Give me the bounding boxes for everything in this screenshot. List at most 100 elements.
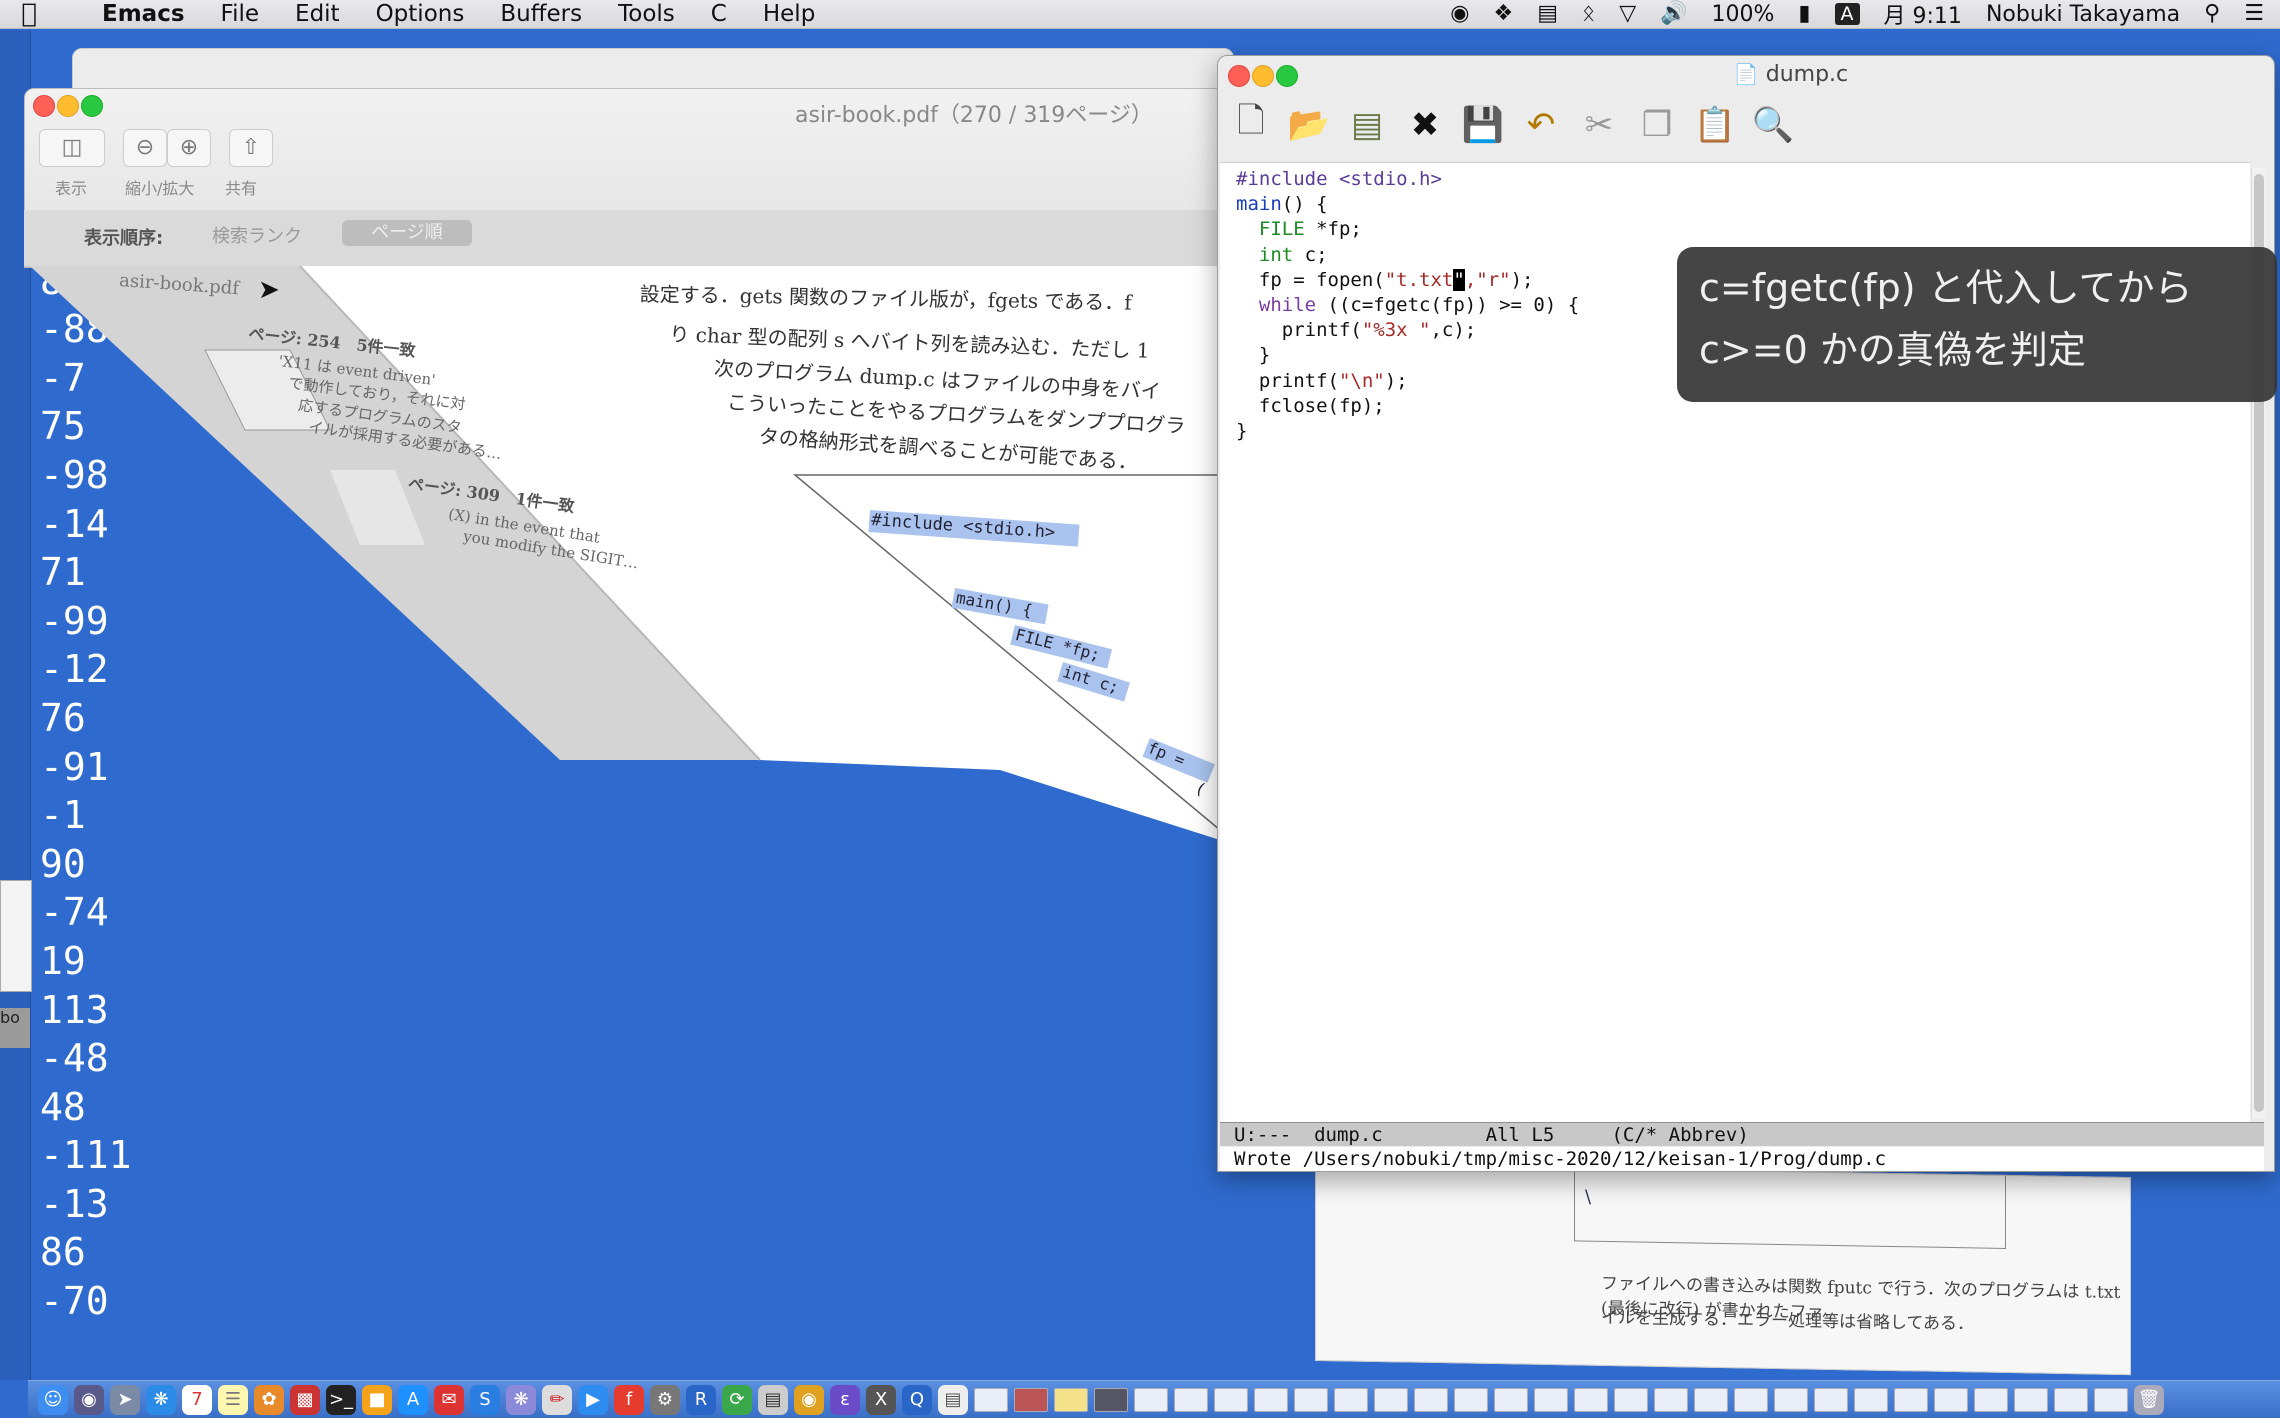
calendar-icon[interactable]: 7 <box>182 1384 212 1415</box>
terminal-icon[interactable]: >_ <box>326 1384 356 1415</box>
app-icon[interactable]: ▩ <box>290 1384 320 1415</box>
spotlight-icon[interactable]: ⚲ <box>2204 0 2220 28</box>
code-line-8: } <box>1236 344 1271 367</box>
emacs-titlebar[interactable]: 📄 dump.c <box>1218 56 2274 96</box>
pen-icon[interactable]: ✏ <box>542 1384 572 1415</box>
minimized-window[interactable] <box>1494 1387 1528 1412</box>
minimized-window[interactable] <box>1854 1387 1888 1412</box>
sync-icon[interactable]: ⟳ <box>722 1384 752 1415</box>
quicktime-icon[interactable]: Q <box>902 1384 932 1415</box>
emacs-mode-line: U:--- dump.c All L5 (C/* Abbrev) <box>1220 1122 2264 1146</box>
volume-icon[interactable]: 🔊 <box>1660 0 1687 28</box>
dropbox-icon[interactable]: ❖ <box>1493 0 1513 28</box>
page-curl-transition <box>30 265 1221 840</box>
finder-icon[interactable]: ☺ <box>38 1384 68 1415</box>
battery-percent[interactable]: 100% <box>1712 2 1775 27</box>
close-buffer-icon[interactable]: ✖ <box>1400 100 1450 150</box>
search-icon[interactable]: 🔍 <box>1748 100 1798 150</box>
battery-icon[interactable]: ▮ <box>1798 0 1810 28</box>
code-line-2: main() { <box>1236 193 1328 216</box>
pdf-page-lower: \ ファイルへの書き込みは関数 fputc で行う．次のプログラムは t.txt… <box>1315 1162 2131 1376</box>
minimized-window[interactable] <box>1254 1387 1288 1412</box>
code-line-10: fclose(fp); <box>1236 394 1385 417</box>
status-tray: ◉ ❖ ▤ ᛟ ▽ 🔊 100% ▮ A 月 9:11 Nobuki Takay… <box>1450 0 2264 30</box>
photos-icon[interactable]: ✿ <box>254 1384 284 1415</box>
caption-line-1: c=fgetc(fp) と代入してから <box>1699 266 2193 310</box>
settings-icon[interactable]: ⚙ <box>650 1384 680 1415</box>
minimized-window[interactable] <box>1414 1387 1448 1412</box>
minimized-window[interactable] <box>1934 1387 1968 1412</box>
code-line-6: while ((c=fgetc(fp)) >= 0) { <box>1258 294 1580 317</box>
minimized-window[interactable] <box>1974 1387 2008 1412</box>
open-folder-icon[interactable]: 📂 <box>1284 100 1334 150</box>
wifi-icon[interactable]: ▽ <box>1619 0 1636 28</box>
minimized-window[interactable] <box>1534 1387 1568 1412</box>
minimized-window[interactable] <box>2094 1387 2128 1412</box>
minimized-window[interactable] <box>1774 1387 1808 1412</box>
minimized-window[interactable] <box>1374 1387 1408 1412</box>
skype-icon[interactable]: S <box>470 1384 500 1415</box>
minimized-window[interactable] <box>2054 1387 2088 1412</box>
minimized-window[interactable] <box>1214 1387 1248 1412</box>
display-icon[interactable]: ▤ <box>1537 0 1558 28</box>
dired-icon[interactable]: ▤ <box>1342 100 1392 150</box>
minimized-window[interactable] <box>1654 1387 1688 1412</box>
caption-line-2: c>=0 かの真偽を判定 <box>1699 328 2086 372</box>
emacs-title-text: dump.c <box>1765 62 1849 87</box>
document-icon[interactable]: ▤ <box>938 1384 968 1415</box>
zoom-icon[interactable]: ▶ <box>578 1384 608 1415</box>
save-icon[interactable]: 💾 <box>1458 100 1508 150</box>
undo-icon[interactable]: ↶ <box>1516 100 1566 150</box>
minimized-window[interactable] <box>1894 1387 1928 1412</box>
r-icon[interactable]: R <box>686 1384 716 1415</box>
minimized-window[interactable] <box>1294 1387 1328 1412</box>
text-cursor: " <box>1453 268 1465 291</box>
x11-icon[interactable]: X <box>866 1384 896 1415</box>
mouse-cursor-icon: ➤ <box>258 275 280 305</box>
minimized-window[interactable] <box>1454 1387 1488 1412</box>
f5-icon[interactable]: f <box>614 1384 644 1415</box>
paste-icon[interactable]: 📋 <box>1690 100 1740 150</box>
notification-center-icon[interactable]: ☰ <box>2244 0 2264 28</box>
minimized-window[interactable] <box>1334 1387 1368 1412</box>
copy-icon[interactable]: ❐ <box>1632 100 1682 150</box>
new-file-icon[interactable]: 🗋 <box>1226 100 1276 150</box>
emacs-toolbar: 🗋 📂 ▤ ✖ 💾 ↶ ✂ ❐ 📋 🔍 <box>1226 100 1798 158</box>
minimized-window[interactable] <box>1694 1387 1728 1412</box>
siri-icon[interactable]: ◉ <box>74 1384 104 1415</box>
code-editor[interactable]: #include <stdio.h> main() { FILE *fp; in… <box>1236 167 1579 444</box>
trash-icon[interactable]: 🗑 <box>2134 1384 2164 1415</box>
minimized-window[interactable] <box>1174 1387 1208 1412</box>
cut-icon[interactable]: ✂ <box>1574 100 1624 150</box>
screen-record-icon[interactable]: ◉ <box>1450 0 1469 28</box>
user-name[interactable]: Nobuki Takayama <box>1986 2 2180 27</box>
code-line-11: } <box>1236 420 1248 443</box>
preview-icon[interactable]: ▤ <box>758 1384 788 1415</box>
code-line-7: printf("%3x ",c); <box>1236 319 1477 342</box>
system-icon[interactable]: ❋ <box>506 1384 536 1415</box>
clock[interactable]: 月 9:11 <box>1884 0 1962 30</box>
minimized-window[interactable] <box>1574 1387 1608 1412</box>
minimized-window[interactable] <box>974 1387 1008 1412</box>
minimized-window[interactable] <box>1014 1387 1048 1412</box>
books-icon[interactable]: ■ <box>362 1384 392 1415</box>
code-line-9: printf("\n"); <box>1236 369 1408 392</box>
bluetooth-icon[interactable]: ᛟ <box>1582 0 1595 28</box>
app-store-icon[interactable]: A <box>398 1384 428 1415</box>
pdf-code-box-lower: \ <box>1574 1168 2006 1249</box>
minimized-window[interactable] <box>1094 1387 1128 1412</box>
minimized-window[interactable] <box>1734 1387 1768 1412</box>
safari-icon[interactable]: ❋ <box>146 1384 176 1415</box>
emacs-icon[interactable]: ε <box>830 1384 860 1415</box>
minimized-window[interactable] <box>1814 1387 1848 1412</box>
minimized-window[interactable] <box>1054 1387 1088 1412</box>
minimized-window[interactable] <box>1134 1387 1168 1412</box>
minimized-window[interactable] <box>2014 1387 2048 1412</box>
mail-icon[interactable]: ✉ <box>434 1384 464 1415</box>
input-mode[interactable]: A <box>1834 3 1860 25</box>
launchpad-icon[interactable]: ➤ <box>110 1384 140 1415</box>
chrome-icon[interactable]: ◉ <box>794 1384 824 1415</box>
emacs-window[interactable]: 📄 dump.c 🗋 📂 ▤ ✖ 💾 ↶ ✂ ❐ 📋 🔍 #include <s… <box>1217 55 2275 1172</box>
minimized-window[interactable] <box>1614 1387 1648 1412</box>
notes-icon[interactable]: ☰ <box>218 1384 248 1415</box>
